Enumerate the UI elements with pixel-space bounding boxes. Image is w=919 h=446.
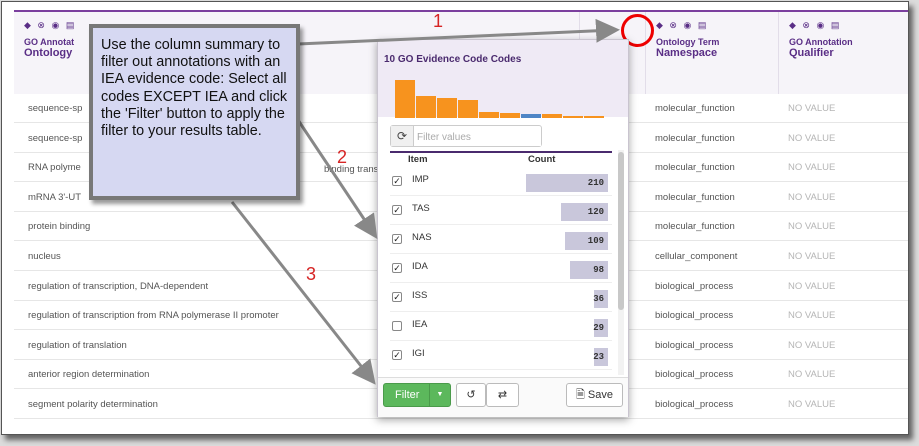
callout-text: Use the column summary to filter out ann… — [101, 37, 288, 140]
step-number-3: 3 — [306, 264, 317, 284]
step-number-2: 2 — [337, 147, 348, 167]
screenshot-frame: ◆ ⊗ ◉ ▤ GO Annotat Ontology ◆ ⊗ ◉ ▤ Onto… — [1, 1, 909, 435]
arrow-to-summary-icon — [297, 18, 620, 46]
arrow-to-filter-button — [230, 201, 376, 385]
step-number-1: 1 — [433, 11, 444, 31]
instruction-callout: Use the column summary to filter out ann… — [89, 24, 300, 200]
arrow-to-checkbox — [296, 119, 378, 239]
